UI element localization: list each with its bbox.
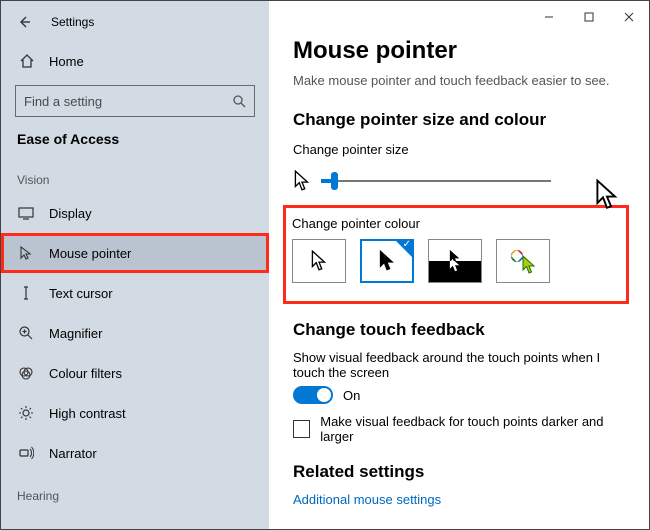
nav-label: Display bbox=[49, 206, 92, 221]
section-related: Related settings bbox=[293, 462, 625, 482]
darker-larger-label: Make visual feedback for touch points da… bbox=[320, 414, 625, 444]
cursor-small-icon bbox=[293, 170, 311, 192]
maximize-button[interactable] bbox=[569, 1, 609, 33]
nav-label: Magnifier bbox=[49, 326, 102, 341]
home-icon bbox=[19, 53, 35, 69]
pointer-colour-options bbox=[292, 239, 616, 283]
pointer-size-slider-row bbox=[293, 163, 625, 199]
search-icon bbox=[232, 94, 246, 108]
main-pane: Mouse pointer Make mouse pointer and tou… bbox=[269, 1, 649, 529]
search-placeholder: Find a setting bbox=[24, 94, 102, 109]
close-button[interactable] bbox=[609, 1, 649, 33]
group-vision: Vision bbox=[1, 157, 269, 193]
search-input[interactable]: Find a setting bbox=[15, 85, 255, 117]
section-size-colour: Change pointer size and colour bbox=[293, 110, 625, 130]
cursor-large-icon bbox=[593, 179, 623, 209]
sidebar-item-magnifier[interactable]: Magnifier bbox=[1, 313, 269, 353]
nav-label: Colour filters bbox=[49, 366, 122, 381]
page-subtitle: Make mouse pointer and touch feedback ea… bbox=[293, 73, 625, 88]
sidebar-item-text-cursor[interactable]: Text cursor bbox=[1, 273, 269, 313]
sidebar-item-colour-filters[interactable]: Colour filters bbox=[1, 353, 269, 393]
section-touch-feedback: Change touch feedback bbox=[293, 320, 625, 340]
home-label: Home bbox=[49, 54, 84, 69]
nav-label: High contrast bbox=[49, 406, 126, 421]
additional-mouse-settings-link[interactable]: Additional mouse settings bbox=[293, 492, 625, 507]
sidebar: Settings Home Find a setting Ease of Acc… bbox=[1, 1, 269, 529]
nav-label: Text cursor bbox=[49, 286, 113, 301]
nav-label: Narrator bbox=[49, 446, 97, 461]
high-contrast-icon bbox=[17, 404, 35, 422]
toggle-state: On bbox=[343, 388, 360, 403]
sidebar-item-high-contrast[interactable]: High contrast bbox=[1, 393, 269, 433]
sidebar-home[interactable]: Home bbox=[1, 43, 269, 79]
colour-filters-icon bbox=[17, 364, 35, 382]
group-hearing: Hearing bbox=[1, 473, 269, 509]
page-title: Mouse pointer bbox=[293, 37, 625, 65]
darker-larger-checkbox[interactable] bbox=[293, 420, 310, 438]
text-cursor-icon bbox=[17, 284, 35, 302]
annotation-highlight bbox=[1, 233, 269, 273]
pointer-size-label: Change pointer size bbox=[293, 142, 625, 157]
titlebar-left: Settings bbox=[1, 1, 269, 43]
sidebar-item-mouse-pointer[interactable]: Mouse pointer bbox=[1, 233, 269, 273]
nav-label: Mouse pointer bbox=[49, 246, 131, 261]
sidebar-item-narrator[interactable]: Narrator bbox=[1, 433, 269, 473]
display-icon bbox=[17, 204, 35, 222]
touch-desc: Show visual feedback around the touch po… bbox=[293, 350, 625, 380]
colour-option-inverted[interactable] bbox=[428, 239, 482, 283]
colour-option-black[interactable] bbox=[360, 239, 414, 283]
window-controls bbox=[529, 1, 649, 33]
minimize-button[interactable] bbox=[529, 1, 569, 33]
colour-section-highlight: Change pointer colour bbox=[283, 205, 629, 304]
pointer-size-slider[interactable] bbox=[321, 180, 551, 182]
mouse-pointer-icon bbox=[17, 244, 35, 262]
category-header: Ease of Access bbox=[1, 127, 269, 157]
touch-feedback-toggle[interactable] bbox=[293, 386, 333, 404]
back-button[interactable] bbox=[15, 13, 33, 31]
colour-option-white[interactable] bbox=[292, 239, 346, 283]
pointer-colour-label: Change pointer colour bbox=[292, 216, 616, 231]
colour-option-custom[interactable] bbox=[496, 239, 550, 283]
window-title: Settings bbox=[51, 15, 94, 29]
narrator-icon bbox=[17, 444, 35, 462]
sidebar-item-display[interactable]: Display bbox=[1, 193, 269, 233]
magnifier-icon bbox=[17, 324, 35, 342]
